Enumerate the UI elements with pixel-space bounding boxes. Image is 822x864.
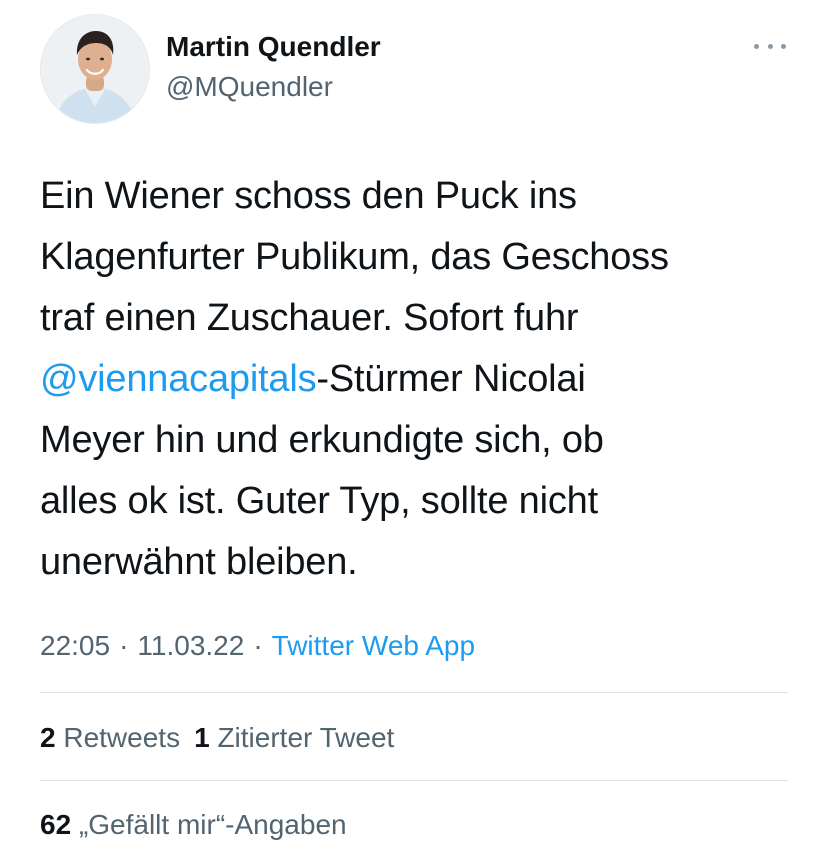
tweet-line: Meyer hin und erkundigte sich, ob: [40, 419, 604, 461]
more-dot-icon: [767, 43, 773, 49]
quotes-stat[interactable]: 1 Zitierter Tweet: [194, 722, 394, 753]
tweet-time[interactable]: 22:05: [40, 630, 110, 661]
more-dot-icon: [781, 43, 786, 49]
quotes-count: 1: [194, 722, 210, 753]
tweet-detail: Martin Quendler @MQuendler Ein Wiener sc…: [0, 0, 822, 864]
display-name[interactable]: Martin Quendler: [166, 30, 381, 64]
retweets-label: Retweets: [63, 722, 181, 753]
tweet-line: unerwähnt bleiben.: [40, 541, 358, 583]
tweet-line: Klagenfurter Publikum, das Geschoss: [40, 236, 669, 278]
more-horizontal-icon[interactable]: [754, 36, 786, 56]
tweet-line: alles ok ist. Guter Typ, sollte nicht: [40, 480, 598, 522]
meta-separator: ·: [253, 630, 263, 661]
tweet-metadata: 22:05 · 11.03.22 · Twitter Web App: [40, 628, 475, 664]
avatar[interactable]: [40, 14, 150, 124]
mention-link[interactable]: @viennacapitals: [40, 358, 317, 400]
tweet-date[interactable]: 11.03.22: [137, 630, 244, 661]
retweets-count: 2: [40, 722, 56, 753]
more-dot-icon: [754, 43, 759, 49]
likes-stats-row: 62 „Gefällt mir“-Angaben: [40, 807, 347, 843]
tweet-line: @viennacapitals-Stürmer Nicolai: [40, 349, 800, 410]
tweet-line: Ein Wiener schoss den Puck ins: [40, 175, 577, 217]
tweet-text: Ein Wiener schoss den Puck ins Klagenfur…: [40, 166, 800, 593]
tweet-source-link[interactable]: Twitter Web App: [272, 630, 475, 661]
profile-photo-icon: [41, 15, 149, 123]
divider: [40, 692, 788, 693]
divider: [40, 780, 788, 781]
likes-count: 62: [40, 809, 72, 840]
tweet-line: traf einen Zuschauer. Sofort fuhr: [40, 297, 579, 339]
likes-stat[interactable]: 62 „Gefällt mir“-Angaben: [40, 809, 347, 840]
user-handle[interactable]: @MQuendler: [166, 70, 333, 104]
tweet-line-text: -Stürmer Nicolai: [316, 358, 586, 400]
retweet-stats-row: 2 Retweets 1 Zitierter Tweet: [40, 720, 394, 756]
likes-label: „Gefällt mir“-Angaben: [78, 809, 347, 840]
retweets-stat[interactable]: 2 Retweets: [40, 722, 180, 753]
meta-separator: ·: [119, 630, 129, 661]
quotes-label: Zitierter Tweet: [217, 722, 395, 753]
